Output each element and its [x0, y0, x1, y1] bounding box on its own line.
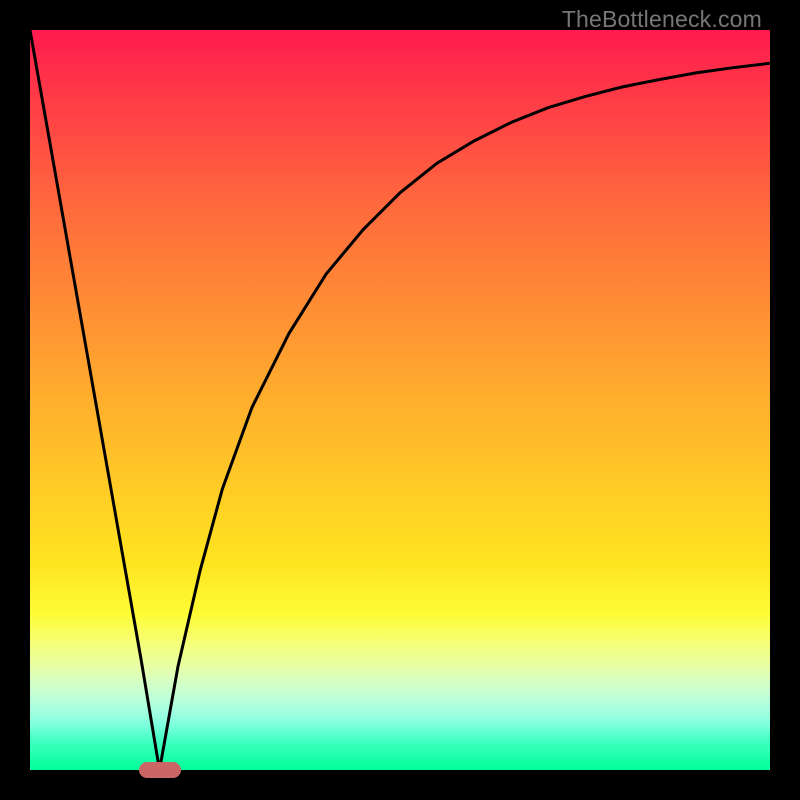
plot-area [30, 30, 770, 770]
curve-right-branch [160, 63, 771, 770]
watermark-text: TheBottleneck.com [562, 6, 762, 33]
chart-frame: TheBottleneck.com [0, 0, 800, 800]
bottleneck-curve [30, 30, 770, 770]
curve-left-branch [30, 30, 160, 770]
bottleneck-marker [139, 762, 181, 778]
